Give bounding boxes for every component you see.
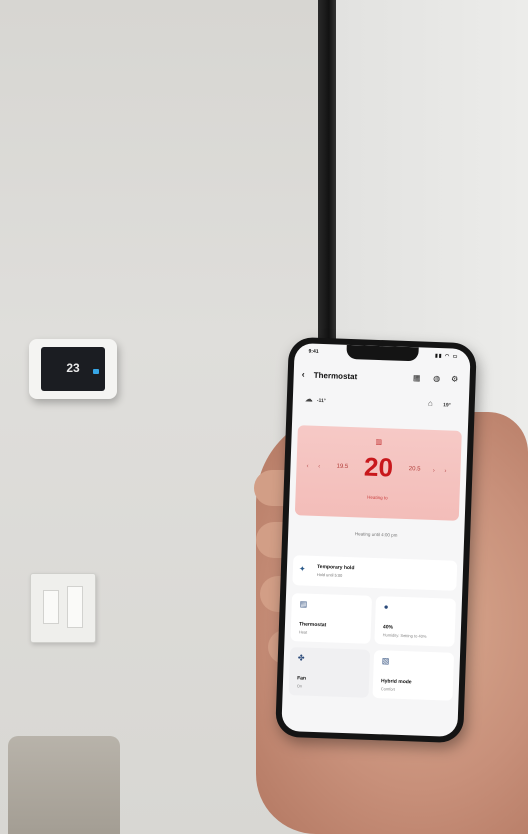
thermostat-app-screen: 9:41 ▮▮ ◠ ▭ ‹ Thermostat ▦ ◍ ⚙ ☁ -11° ⌂ … [281,343,471,737]
tile-label: Thermostat [298,621,327,629]
back-chevron-icon[interactable]: ‹ [302,369,305,379]
hold-title: Temporary hold [316,563,355,572]
setpoint-state: Heating to [367,494,388,501]
status-time: 9:41 [308,348,319,355]
phone-notch [346,344,419,362]
tile-sub: On [296,683,303,689]
status-icons: ▮▮ ◠ ▭ [434,352,459,360]
weather-row: ☁ -11° ⌂ 19° [298,391,463,417]
wall-thermostat-indicator [93,369,99,374]
tile-label: Hybrid mode [380,678,412,686]
outdoor-temp: -11° [316,397,326,405]
schedule-text: Heating until 4:00 pm [354,531,398,538]
tile-hybrid-mode[interactable]: ▧ Hybrid mode Comfort [372,650,455,701]
history-icon[interactable]: ◍ [431,374,441,384]
humidity-drop-icon: ● [383,602,389,612]
tile-thermostat-mode[interactable]: ▤ Thermostat Heat [290,593,373,644]
setpoint-card: ▥ ‹ ‹ 19.5 20 20.5 › › Heating to [294,425,462,521]
tile-humidity[interactable]: ● 40% Humidity: Setting to 40% [374,596,456,647]
hold-subtitle: Hold until 5:00 [316,571,343,578]
indoor-home-icon: ⌂ [427,398,433,408]
photo-scene: 23 9:41 ▮▮ ◠ ▭ ‹ Thermostat ▦ ◍ ⚙ ☁ -11°… [0,0,528,834]
calendar-icon[interactable]: ▦ [411,373,421,383]
indoor-temp: 19° [443,402,451,409]
outdoor-cloud-icon: ☁ [304,394,314,404]
thermostat-mode-icon: ▤ [299,599,308,609]
light-switch-rocker [43,590,59,624]
hybrid-mode-icon: ▧ [381,656,390,666]
tile-sub: Heat [298,629,308,635]
increase-arrows[interactable]: › › [433,468,451,475]
light-switch-plate [30,573,96,643]
tile-fan[interactable]: ✤ Fan On [288,647,371,698]
hold-icon: ✦ [298,564,306,574]
tile-sub: Comfort [380,686,396,692]
page-title: Thermostat [313,370,358,382]
fan-icon: ✤ [297,653,305,663]
dimmer-switch-rocker [67,586,83,628]
wall-thermostat-device: 23 [29,339,117,399]
couch-arm [8,736,120,834]
smartphone: 9:41 ▮▮ ◠ ▭ ‹ Thermostat ▦ ◍ ⚙ ☁ -11° ⌂ … [275,336,477,744]
tile-label: Fan [297,675,307,682]
heat-mode-icon: ▥ [375,438,383,447]
setpoint-high[interactable]: 20.5 [409,466,421,472]
tile-label: 40% [382,624,394,631]
wall-thermostat-screen: 23 [41,347,105,391]
app-header: ‹ Thermostat ▦ ◍ ⚙ [293,363,470,393]
temporary-hold-row[interactable]: ✦ Temporary hold Hold until 5:00 [292,555,458,591]
tile-sub: Humidity: Setting to 40% [382,632,427,639]
settings-gear-icon[interactable]: ⚙ [449,374,459,384]
